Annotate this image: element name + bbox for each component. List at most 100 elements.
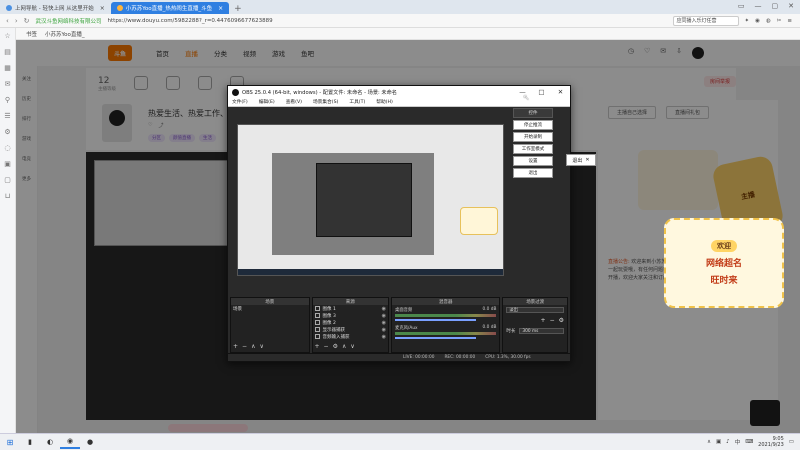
up-icon[interactable]: ∧ — [342, 343, 346, 350]
close-tab-icon[interactable]: × — [100, 5, 105, 12]
ime-icon[interactable]: 中 — [735, 438, 741, 446]
volume-meter — [395, 314, 497, 317]
browser-sidebar: ☆ ▤ ▦ ✉ ⚲ ☰ ⚙ ◌ ▣ ▢ ⊔ — [0, 28, 16, 433]
source-item[interactable]: 音频输入捕获 ◉ — [313, 333, 389, 340]
volume-slider[interactable] — [395, 337, 477, 339]
obs-menu-file[interactable]: 文件(F) — [232, 99, 248, 105]
translate-icon[interactable]: ◍ — [766, 18, 771, 24]
exit-popup-button[interactable]: 退出 ✕ — [566, 154, 596, 166]
obs2-app-icon[interactable]: ● — [80, 435, 100, 449]
gear-icon[interactable]: ⚙ — [4, 128, 10, 136]
source-item[interactable]: 图像 2 ◉ — [313, 319, 389, 326]
eye-icon[interactable]: ◉ — [382, 334, 386, 340]
up-icon[interactable]: ∧ — [251, 343, 255, 350]
mixer-label: 麦克风/Aux — [395, 326, 418, 331]
obs-menu-help[interactable]: 帮助(H) — [376, 99, 393, 105]
mail-icon[interactable]: ✉ — [5, 80, 11, 88]
down-icon[interactable]: ∨ — [259, 343, 263, 350]
refresh-button[interactable]: ↻ — [24, 17, 30, 25]
transition-type-row: 淡出 — [503, 305, 567, 315]
eye-icon[interactable]: ◉ — [382, 306, 386, 312]
obs-menu-tools[interactable]: 工具(T) — [349, 99, 365, 105]
doc-icon[interactable]: ▤ — [4, 48, 11, 56]
add-icon[interactable]: + — [315, 343, 320, 350]
eye-icon[interactable]: ◉ — [382, 313, 386, 319]
calendar-icon[interactable]: ▣ — [4, 160, 11, 168]
tray-expand-icon[interactable]: ∧ — [707, 439, 711, 445]
bookmark-item[interactable]: 小苏苏Yoo直播_ — [45, 30, 85, 38]
settings-button[interactable]: 设置 — [513, 156, 553, 166]
back-button[interactable]: ‹ — [6, 17, 9, 25]
clock[interactable]: 9:05 2021/9/23 — [758, 436, 784, 448]
obs-maximize-button[interactable]: □ — [532, 88, 551, 96]
keyboard-icon[interactable]: ⌨ — [745, 439, 753, 445]
browser-app-icon[interactable]: ◉ — [60, 435, 80, 449]
gear-icon[interactable]: ⚙ — [559, 317, 564, 324]
star-icon[interactable]: ☆ — [4, 32, 10, 40]
image-icon — [314, 320, 320, 325]
start-icon[interactable]: ⊞ — [0, 438, 20, 447]
source-item[interactable]: 显示器捕获 ◉ — [313, 326, 389, 333]
tray-app-icon[interactable]: ▣ — [716, 439, 721, 445]
close-tab-icon[interactable]: × — [218, 5, 223, 12]
volume-slider[interactable] — [395, 319, 477, 321]
start-recording-button[interactable]: 开始录制 — [513, 132, 553, 142]
volume-icon[interactable]: ♪ — [726, 439, 730, 445]
browser-window-controls: ▭ — ▢ ✕ — [732, 0, 800, 12]
window-close-button[interactable]: ✕ — [788, 2, 794, 10]
obs-menu-view[interactable]: 查看(V) — [286, 99, 302, 105]
window-minimize-button[interactable]: — — [755, 2, 762, 10]
fire-icon[interactable]: ✦ — [745, 18, 750, 24]
eye-icon[interactable]: ◉ — [382, 320, 386, 326]
scissors-icon[interactable]: ✂ — [777, 18, 782, 24]
obs-menu-edit[interactable]: 编辑(E) — [259, 99, 275, 105]
image-icon — [314, 306, 320, 311]
remove-icon[interactable]: − — [324, 343, 329, 350]
lock-icon[interactable]: ▢ — [4, 176, 11, 184]
obs-close-button[interactable]: ✕ — [551, 88, 570, 96]
close-icon[interactable]: ✕ — [585, 157, 589, 163]
grid-icon[interactable]: ▦ — [4, 64, 11, 72]
forward-button[interactable]: › — [15, 17, 18, 25]
browser-search-input[interactable]: 应同播入乐灯任营 — [672, 15, 739, 26]
bookmarks-label[interactable]: 书签 — [26, 30, 37, 38]
list-icon[interactable]: ☰ — [4, 112, 10, 120]
eye-icon[interactable]: ◉ — [382, 327, 386, 333]
site-identity-label[interactable]: 武汉斗鱼网络科技有限公司 — [36, 17, 102, 25]
obs-menubar: 文件(F) 编辑(E) 查看(V) 场景集合(S) 工具(T) 帮助(H) — [228, 98, 570, 107]
windows-taskbar: ⊞ ▮ ◐ ◉ ● ∧ ▣ ♪ 中 ⌨ 9:05 2021/9/23 ▭ — [0, 433, 800, 450]
volume-meter — [395, 332, 497, 335]
source-item[interactable]: 图像 3 ◉ — [313, 312, 389, 319]
remove-icon[interactable]: − — [550, 317, 555, 324]
add-icon[interactable]: + — [233, 343, 238, 350]
game-icon[interactable]: ◉ — [755, 18, 760, 24]
chart-app-icon[interactable]: ▮ — [20, 435, 40, 449]
window-maximize-button[interactable]: ▢ — [772, 2, 779, 10]
duration-input[interactable]: 300 ms — [519, 328, 564, 334]
exit-button[interactable]: 退出 — [513, 168, 553, 178]
obs-preview[interactable] — [237, 124, 504, 276]
transition-select[interactable]: 淡出 — [506, 307, 564, 313]
search-icon[interactable]: ⚲ — [5, 96, 10, 104]
mouse-cursor-icon: ↖ — [523, 93, 530, 102]
source-item-label: 图像 2 — [322, 320, 336, 326]
obs-menu-scene-collection[interactable]: 场景集合(S) — [313, 99, 338, 105]
new-tab-button[interactable]: + — [229, 4, 247, 14]
menu-icon[interactable]: ≡ — [787, 18, 792, 24]
browser-tab-2[interactable]: 小苏苏Yoo直播_热热闹生直播_斗鱼 × — [110, 2, 230, 14]
source-item[interactable]: 图像 1 ◉ — [313, 305, 389, 312]
window-restore-button[interactable]: ▭ — [738, 2, 745, 10]
cart-icon[interactable]: ⊔ — [5, 192, 10, 200]
notification-icon[interactable]: ▭ — [789, 439, 794, 445]
url-input[interactable]: https://www.douyu.com/5982288?_r=0.44760… — [108, 18, 667, 24]
down-icon[interactable]: ∨ — [350, 343, 354, 350]
browser-tab-1[interactable]: 上网导航 - 轻快上网 从这里开始 × — [0, 2, 111, 14]
chat-icon[interactable]: ◌ — [4, 144, 10, 152]
scene-item[interactable]: 场景 — [231, 305, 309, 312]
stop-streaming-button[interactable]: 停止推流 — [513, 120, 553, 130]
gear-icon[interactable]: ⚙ — [333, 343, 338, 350]
add-icon[interactable]: + — [541, 317, 546, 324]
obs-app-icon[interactable]: ◐ — [40, 435, 60, 449]
remove-icon[interactable]: − — [242, 343, 247, 350]
studio-mode-button[interactable]: 工作室模式 — [513, 144, 553, 154]
